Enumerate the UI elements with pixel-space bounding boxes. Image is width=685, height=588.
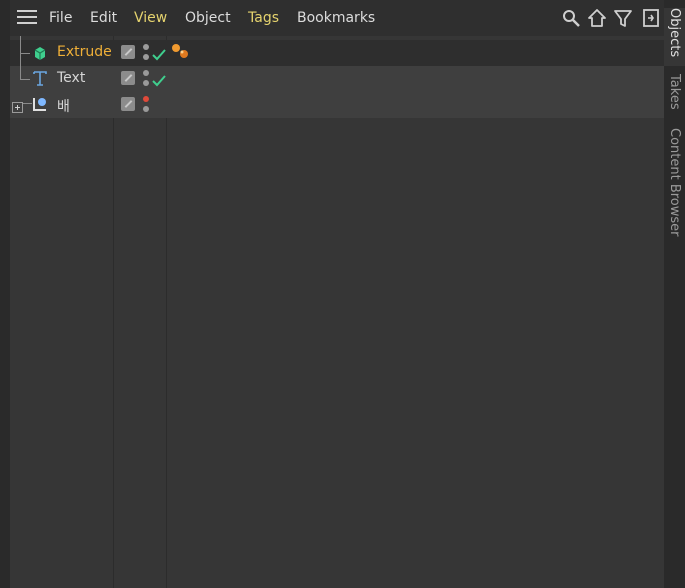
- menu-view[interactable]: View: [134, 10, 167, 26]
- tree-connector: [20, 79, 30, 80]
- home-icon[interactable]: [587, 8, 607, 28]
- tab-takes[interactable]: Takes: [664, 74, 685, 118]
- enabled-check-icon[interactable]: [152, 46, 166, 61]
- column-separator: [113, 36, 114, 588]
- menu-file[interactable]: File: [49, 10, 72, 26]
- hamburger-menu-icon[interactable]: [17, 10, 37, 26]
- search-icon[interactable]: [561, 8, 581, 28]
- phong-tag-icon[interactable]: [170, 42, 192, 60]
- object-manager-window: File Edit View Object Tags Bookmarks Ext…: [0, 0, 685, 588]
- menu-tags[interactable]: Tags: [248, 10, 279, 26]
- object-manager-panel: File Edit View Object Tags Bookmarks Ext…: [10, 0, 664, 588]
- column-separator: [166, 36, 167, 588]
- extrude-icon: [32, 45, 48, 61]
- object-name[interactable]: 배: [57, 96, 70, 116]
- object-name[interactable]: Extrude: [57, 44, 112, 60]
- tree-connector: [20, 36, 21, 66]
- object-row-text[interactable]: Text: [10, 66, 664, 92]
- tree-connector: [20, 53, 30, 54]
- tab-content-browser[interactable]: Content Browser: [664, 128, 685, 246]
- menu-edit[interactable]: Edit: [90, 10, 117, 26]
- mesh-icon: [32, 96, 48, 112]
- filter-icon[interactable]: [613, 8, 633, 28]
- text-icon: [32, 70, 48, 86]
- menu-bookmarks[interactable]: Bookmarks: [297, 10, 375, 26]
- menu-bar: File Edit View Object Tags Bookmarks: [10, 0, 664, 36]
- visibility-dots[interactable]: [143, 96, 149, 114]
- layer-edit-icon[interactable]: [121, 97, 135, 111]
- object-name[interactable]: Text: [57, 70, 85, 86]
- layer-edit-icon[interactable]: [121, 71, 135, 85]
- visibility-dots[interactable]: [143, 44, 149, 62]
- tree-connector: [23, 103, 32, 104]
- object-row-mesh[interactable]: 배: [10, 92, 664, 118]
- object-row-extrude[interactable]: Extrude: [10, 36, 664, 66]
- visibility-dots[interactable]: [143, 70, 149, 88]
- tab-objects[interactable]: Objects: [664, 8, 685, 66]
- right-tab-rail: Objects Takes Content Browser: [664, 0, 685, 588]
- expand-plus-icon[interactable]: [12, 98, 23, 113]
- enabled-check-icon[interactable]: [152, 72, 166, 87]
- layer-edit-icon[interactable]: [121, 45, 135, 59]
- menu-object[interactable]: Object: [185, 10, 231, 26]
- tree-connector: [20, 66, 21, 80]
- new-panel-icon[interactable]: [641, 8, 661, 28]
